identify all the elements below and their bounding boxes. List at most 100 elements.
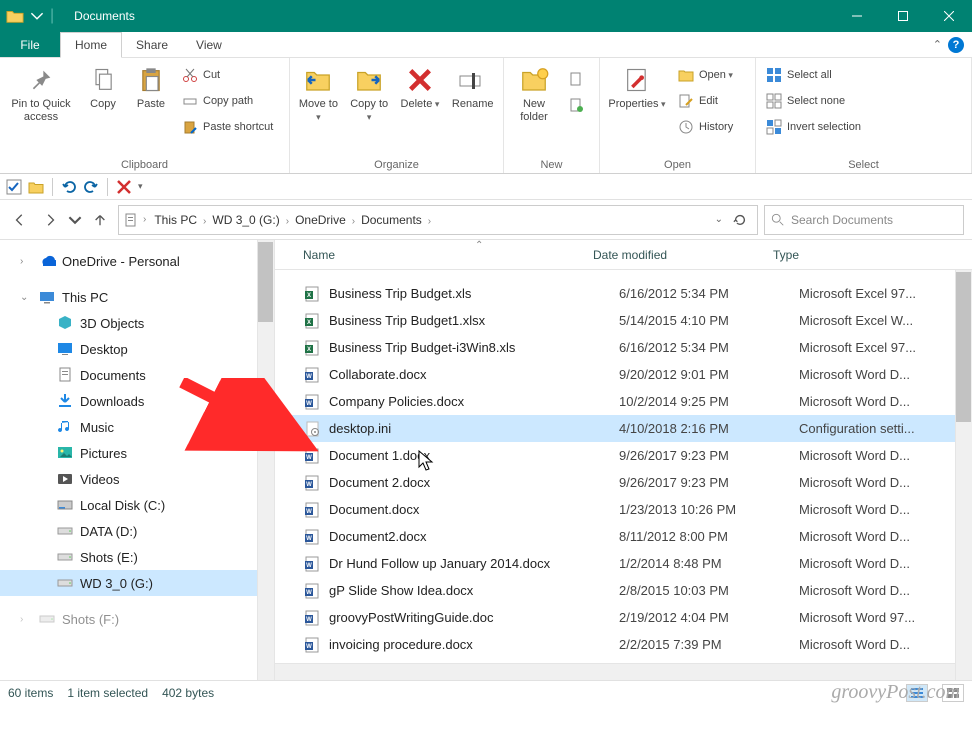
tree-item[interactable]: Desktop (0, 336, 274, 362)
edit-button[interactable]: Edit (674, 90, 737, 112)
address-bar[interactable]: › This PC›WD 3_0 (G:)›OneDrive›Documents… (118, 205, 758, 235)
delete-icon[interactable] (116, 179, 132, 195)
tree-item[interactable]: DATA (D:) (0, 518, 274, 544)
invert-selection-button[interactable]: Invert selection (762, 116, 865, 138)
file-name: Document 1.docx (329, 448, 619, 463)
tree-item[interactable]: Shots (E:) (0, 544, 274, 570)
tree-item[interactable]: ›Shots (F:) (0, 606, 274, 632)
thumbnails-view-button[interactable] (942, 684, 964, 702)
maximize-button[interactable] (880, 0, 926, 32)
tree-item[interactable]: WD 3_0 (G:) (0, 570, 274, 596)
collapse-ribbon-button[interactable]: ⌃ (933, 38, 942, 51)
name-column-header[interactable]: Name (303, 248, 593, 262)
file-row[interactable]: WDr Hund Follow up January 2014.docx1/2/… (275, 550, 972, 577)
type-column-header[interactable]: Type (773, 248, 972, 262)
close-button[interactable] (926, 0, 972, 32)
file-row[interactable]: XBusiness Trip Budget1.xlsx5/14/2015 4:1… (275, 307, 972, 334)
help-button[interactable]: ? (948, 37, 964, 53)
file-row[interactable]: Winvoicing procedure.docx2/2/2015 7:39 P… (275, 631, 972, 658)
file-row[interactable]: WCompany Policies.docx10/2/2014 9:25 PMM… (275, 388, 972, 415)
pin-to-quick-access-button[interactable]: Pin to Quick access (6, 62, 76, 124)
chevron-right-icon[interactable]: › (141, 214, 148, 225)
tree-item[interactable]: Pictures (0, 440, 274, 466)
file-row[interactable]: WCollaborate.docx9/20/2012 9:01 PMMicros… (275, 361, 972, 388)
folder-icon (6, 8, 24, 24)
address-dropdown[interactable]: ⌄ (715, 214, 723, 225)
new-folder-button[interactable]: New folder (510, 62, 558, 124)
files-hscrollbar[interactable] (275, 663, 955, 680)
up-button[interactable] (88, 208, 112, 232)
paste-label: Paste (137, 98, 165, 111)
file-row[interactable]: WgP Slide Show Idea.docx2/8/2015 10:03 P… (275, 577, 972, 604)
tree-item[interactable]: ›OneDrive - Personal (0, 248, 274, 274)
file-row[interactable]: WgroovyPostWritingGuide.doc2/19/2012 4:0… (275, 604, 972, 631)
tree-item[interactable]: Downloads (0, 388, 274, 414)
expand-icon[interactable]: › (20, 614, 32, 625)
home-tab[interactable]: Home (60, 32, 122, 58)
tree-item[interactable]: Documents (0, 362, 274, 388)
forward-button[interactable] (38, 208, 62, 232)
redo-icon[interactable] (83, 179, 99, 195)
svg-text:X: X (307, 293, 311, 299)
undo-icon[interactable] (61, 179, 77, 195)
breadcrumb-item[interactable]: Documents (357, 213, 426, 227)
tree-item[interactable]: Music (0, 414, 274, 440)
minimize-button[interactable] (834, 0, 880, 32)
file-type: Microsoft Word D... (799, 367, 972, 382)
checkbox-icon[interactable] (6, 179, 22, 195)
recent-locations-button[interactable] (68, 208, 82, 232)
expand-icon[interactable]: › (20, 256, 32, 267)
chevron-right-icon[interactable]: › (350, 216, 357, 227)
folder-icon[interactable] (28, 179, 44, 195)
qat-dropdown[interactable]: ▾ (138, 181, 143, 192)
file-row[interactable]: XBusiness Trip Budget-i3Win8.xls6/16/201… (275, 334, 972, 361)
expand-icon[interactable]: ⌄ (20, 292, 32, 303)
history-button[interactable]: History (674, 116, 737, 138)
tree-item[interactable]: Local Disk (C:) (0, 492, 274, 518)
view-tab[interactable]: View (182, 32, 236, 57)
chevron-right-icon[interactable]: › (284, 216, 291, 227)
paste-shortcut-button[interactable]: Paste shortcut (178, 116, 277, 138)
copy-path-button[interactable]: Copy path (178, 90, 277, 112)
refresh-icon[interactable] (733, 213, 747, 227)
qat-dropdown-icon[interactable] (30, 9, 44, 23)
search-box[interactable]: Search Documents (764, 205, 964, 235)
file-row[interactable]: XBusiness Trip Budget.xls6/16/2012 5:34 … (275, 280, 972, 307)
delete-button[interactable]: Delete (398, 62, 443, 111)
move-to-button[interactable]: Move to (296, 62, 341, 124)
share-tab[interactable]: Share (122, 32, 182, 57)
select-none-button[interactable]: Select none (762, 90, 865, 112)
properties-button[interactable]: Properties (606, 62, 668, 111)
copy-to-button[interactable]: Copy to (347, 62, 392, 124)
rename-button[interactable]: Rename (448, 62, 497, 111)
new-item-button[interactable] (564, 68, 588, 90)
file-pane: ⌃ Name Date modified Type XBusiness Trip… (275, 240, 972, 680)
file-tab[interactable]: File (0, 32, 60, 57)
chevron-right-icon[interactable]: › (426, 216, 433, 227)
file-row[interactable]: WDocument.docx1/23/2013 10:26 PMMicrosof… (275, 496, 972, 523)
tree-item[interactable]: Videos (0, 466, 274, 492)
back-button[interactable] (8, 208, 32, 232)
files-scrollbar[interactable] (955, 270, 972, 680)
easy-access-button[interactable] (564, 94, 588, 116)
copy-button[interactable]: Copy (82, 62, 124, 111)
file-row[interactable]: WDocument 1.docx9/26/2017 9:23 PMMicroso… (275, 442, 972, 469)
file-row[interactable]: desktop.ini4/10/2018 2:16 PMConfiguratio… (275, 415, 972, 442)
file-row[interactable]: WDocument2.docx8/11/2012 8:00 PMMicrosof… (275, 523, 972, 550)
file-name: Document2.docx (329, 529, 619, 544)
file-row[interactable]: WDocument 2.docx9/26/2017 9:23 PMMicroso… (275, 469, 972, 496)
paste-button[interactable]: Paste (130, 62, 172, 111)
select-all-button[interactable]: Select all (762, 64, 865, 86)
open-button[interactable]: Open (674, 64, 737, 86)
tree-item[interactable]: 3D Objects (0, 310, 274, 336)
breadcrumb-item[interactable]: WD 3_0 (G:) (208, 213, 283, 227)
breadcrumb-item[interactable]: This PC (150, 213, 201, 227)
tree-item[interactable]: ⌄This PC (0, 284, 274, 310)
breadcrumb-item[interactable]: OneDrive (291, 213, 350, 227)
date-column-header[interactable]: Date modified (593, 248, 773, 262)
tree-scrollbar[interactable] (257, 240, 274, 680)
organize-group-label: Organize (290, 157, 503, 173)
cut-button[interactable]: Cut (178, 64, 277, 86)
file-type: Microsoft Word D... (799, 502, 972, 517)
details-view-button[interactable] (906, 684, 928, 702)
